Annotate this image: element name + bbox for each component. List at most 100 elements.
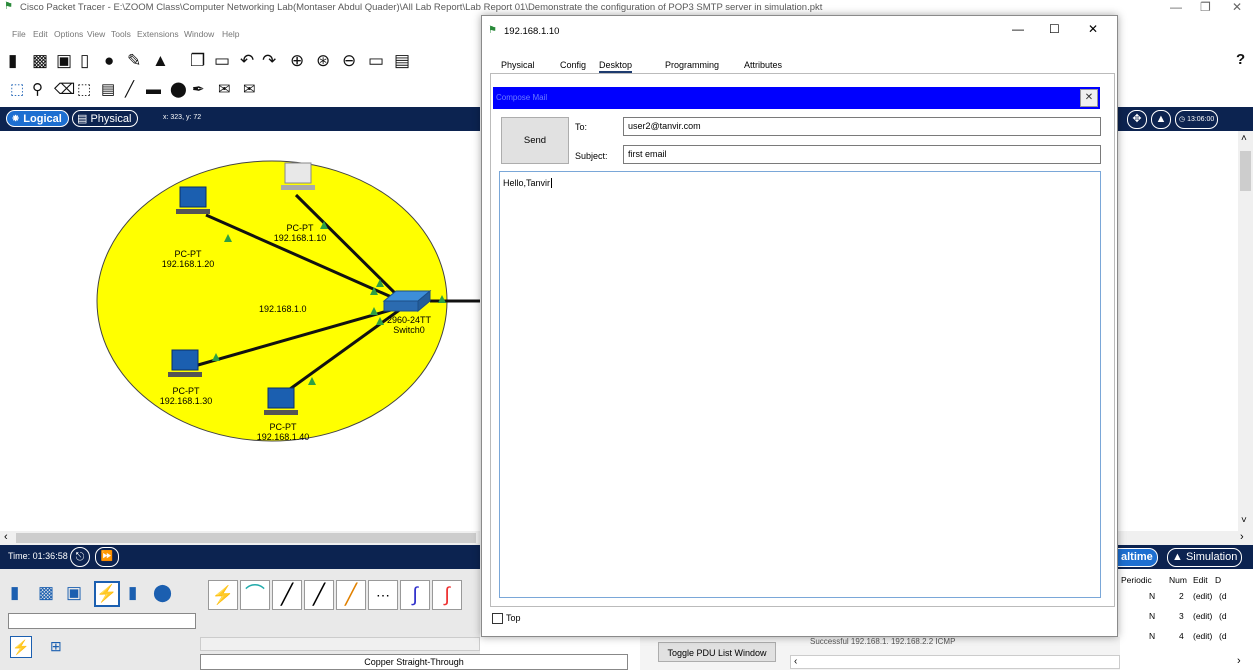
mode-bar: altime ▲ Simulation bbox=[1117, 545, 1253, 569]
canvas-vscrollbar[interactable]: ˄ ˅ bbox=[1238, 131, 1253, 531]
save-icon[interactable]: ▣ bbox=[56, 52, 72, 69]
close-icon[interactable]: ✕ bbox=[1232, 0, 1242, 14]
network-devices-icon[interactable]: ▮ bbox=[10, 584, 19, 601]
note-icon[interactable]: ▤ bbox=[101, 82, 115, 97]
toggle-pdu-list-button[interactable]: Toggle PDU List Window bbox=[658, 642, 776, 662]
zoom-in-icon[interactable]: ⊕ bbox=[290, 52, 304, 69]
straight-through-icon[interactable]: ╱ bbox=[272, 580, 302, 610]
pc-icon[interactable] bbox=[281, 162, 315, 190]
resize-icon[interactable]: ⬚ bbox=[77, 82, 91, 97]
end-devices-icon[interactable]: ▩ bbox=[38, 584, 54, 601]
drawing-palette-icon[interactable]: ▭ bbox=[368, 52, 384, 69]
logical-workspace[interactable]: PC-PT 192.168.1.20 PC-PT 192.168.1.10 PC-P… bbox=[0, 131, 480, 531]
scroll-up-icon[interactable]: ˄ bbox=[1241, 133, 1247, 144]
tab-programming[interactable]: Programming bbox=[665, 60, 719, 70]
menu-extensions[interactable]: Extensions bbox=[137, 29, 179, 39]
pdu-list-scrollbar[interactable]: ‹ bbox=[790, 655, 1120, 669]
scroll-right-icon[interactable]: › bbox=[1240, 531, 1244, 543]
menu-window[interactable]: Window bbox=[184, 29, 214, 39]
canvas-scrollbar[interactable]: ‹ bbox=[0, 531, 480, 545]
menu-file[interactable]: File bbox=[12, 29, 26, 39]
network-info-icon[interactable]: ▲ bbox=[152, 52, 169, 69]
dialog-titlebar[interactable]: ⚑ 192.168.1.10 — ☐ ✕ bbox=[482, 16, 1117, 48]
serial-dce-icon[interactable]: ∫ bbox=[432, 580, 462, 610]
line-icon[interactable]: ╱ bbox=[125, 82, 134, 97]
copy-icon[interactable]: ❐ bbox=[190, 52, 205, 69]
grid-icon[interactable]: ⊞ bbox=[50, 638, 62, 655]
device-list-scrollbar[interactable] bbox=[200, 637, 480, 651]
compose-close-icon[interactable]: ✕ bbox=[1080, 89, 1098, 107]
to-field[interactable]: user2@tanvir.com bbox=[623, 117, 1101, 136]
restore-icon[interactable]: ❐ bbox=[1200, 0, 1211, 14]
dialog-minimize-icon[interactable]: — bbox=[1012, 22, 1024, 36]
dialog-close-icon[interactable]: ✕ bbox=[1088, 22, 1098, 36]
tab-desktop[interactable]: Desktop bbox=[599, 60, 633, 74]
hscroll-right[interactable]: › bbox=[1117, 531, 1253, 545]
multiuser-icon[interactable]: ⬤ bbox=[153, 584, 172, 601]
pc-icon[interactable] bbox=[168, 349, 202, 377]
activity-wizard-icon[interactable]: ✎ bbox=[127, 52, 141, 69]
add-complex-pdu-icon[interactable]: ✉ bbox=[243, 82, 256, 97]
auto-connection-icon[interactable]: ⚡ bbox=[208, 580, 238, 610]
rectangle-icon[interactable]: ▬ bbox=[146, 82, 161, 97]
inspect-icon[interactable]: ⚲ bbox=[32, 82, 43, 97]
info-icon[interactable]: ● bbox=[104, 52, 114, 69]
paste-icon[interactable]: ▭ bbox=[214, 52, 230, 69]
mail-body-textarea[interactable]: Hello,Tanvir bbox=[499, 171, 1101, 598]
scroll-down-icon[interactable]: ˅ bbox=[1241, 515, 1247, 526]
top-checkbox[interactable] bbox=[492, 613, 503, 624]
custom-devices-icon[interactable]: ▤ bbox=[394, 52, 410, 69]
fiber-icon[interactable]: ╱ bbox=[336, 580, 366, 610]
phone-cable-icon[interactable]: ⋯ bbox=[368, 580, 398, 610]
ellipse-icon[interactable]: ⬤ bbox=[170, 82, 187, 97]
coaxial-icon[interactable]: ∫ bbox=[400, 580, 430, 610]
pc-icon[interactable] bbox=[176, 186, 210, 214]
menu-view[interactable]: View bbox=[87, 29, 105, 39]
zoom-out-icon[interactable]: ⊖ bbox=[342, 52, 356, 69]
new-file-icon[interactable]: ▮ bbox=[8, 52, 17, 69]
auto-select-icon[interactable]: ⚡ bbox=[10, 636, 32, 658]
dialog-maximize-icon[interactable]: ☐ bbox=[1049, 22, 1060, 36]
help-icon[interactable]: ? bbox=[1236, 52, 1245, 67]
power-cycle-icon[interactable]: ⎋ bbox=[70, 547, 90, 567]
scroll-thumb[interactable] bbox=[16, 533, 476, 543]
navigation-icon[interactable]: ✥ bbox=[1127, 110, 1147, 129]
physical-tab[interactable]: ▤ Physical bbox=[72, 110, 139, 127]
misc-icon[interactable]: ▮ bbox=[128, 584, 137, 601]
console-cable-icon[interactable]: ⌒ bbox=[240, 580, 270, 610]
app-logo-icon: ⚑ bbox=[4, 1, 13, 12]
menu-edit[interactable]: Edit bbox=[33, 29, 48, 39]
logical-tab[interactable]: ⁕ Logical bbox=[6, 110, 69, 127]
simulation-tab[interactable]: ▲ Simulation bbox=[1167, 548, 1243, 567]
scroll-left-icon[interactable]: ‹ bbox=[4, 531, 8, 543]
device-filter-box[interactable] bbox=[8, 613, 196, 629]
delete-icon[interactable]: ⌫ bbox=[54, 82, 75, 97]
redo-icon[interactable]: ↷ bbox=[262, 52, 276, 69]
vscroll-thumb[interactable] bbox=[1240, 151, 1251, 191]
send-button[interactable]: Send bbox=[501, 117, 569, 164]
print-icon[interactable]: ▯ bbox=[80, 52, 89, 69]
minimize-icon[interactable]: — bbox=[1170, 0, 1182, 14]
undo-icon[interactable]: ↶ bbox=[240, 52, 254, 69]
tab-config[interactable]: Config bbox=[560, 60, 586, 70]
pdu-list-scroll-left-icon[interactable]: ‹ bbox=[794, 656, 797, 667]
connections-icon[interactable]: ⚡ bbox=[94, 581, 120, 607]
menu-help[interactable]: Help bbox=[222, 29, 239, 39]
fast-forward-icon[interactable]: ⏩ bbox=[95, 547, 119, 567]
tab-physical[interactable]: Physical bbox=[501, 60, 535, 70]
components-icon[interactable]: ▣ bbox=[66, 584, 82, 601]
open-folder-icon[interactable]: ▩ bbox=[32, 52, 48, 69]
menu-options[interactable]: Options bbox=[54, 29, 83, 39]
realtime-tab[interactable]: altime bbox=[1117, 548, 1158, 567]
add-simple-pdu-icon[interactable]: ✉ bbox=[218, 82, 231, 97]
menu-tools[interactable]: Tools bbox=[111, 29, 131, 39]
tab-attributes[interactable]: Attributes bbox=[744, 60, 782, 70]
pdu-scroll-right-icon[interactable]: › bbox=[1237, 655, 1241, 667]
crossover-icon[interactable]: ╱ bbox=[304, 580, 334, 610]
environment-icon[interactable]: ▲ bbox=[1151, 110, 1171, 129]
subject-field[interactable]: first email bbox=[623, 145, 1101, 164]
freeform-icon[interactable]: ✒ bbox=[192, 82, 205, 97]
select-icon[interactable]: ⬚ bbox=[10, 82, 24, 97]
pc-icon[interactable] bbox=[264, 387, 298, 415]
zoom-reset-icon[interactable]: ⊛ bbox=[316, 52, 330, 69]
